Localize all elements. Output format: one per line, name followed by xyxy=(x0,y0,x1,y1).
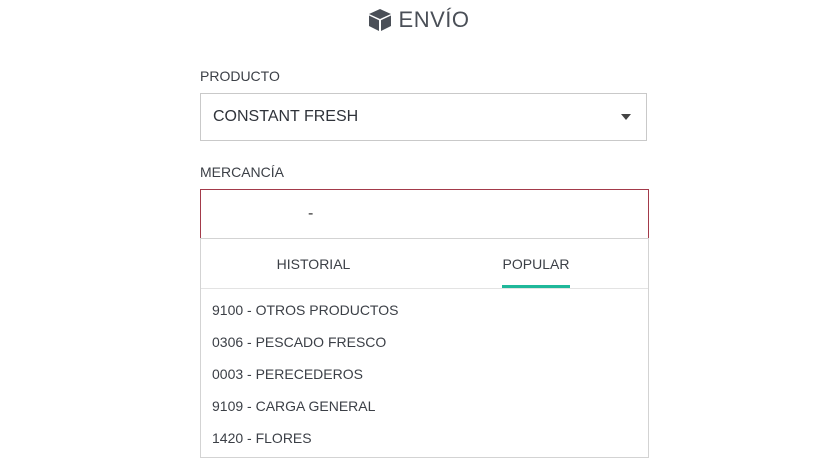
caret-down-icon xyxy=(614,105,638,129)
producto-select[interactable]: CONSTANT FRESH xyxy=(200,93,647,141)
list-item[interactable]: 0306 - PESCADO FRESCO xyxy=(201,326,648,358)
mercancia-input[interactable] xyxy=(200,189,649,239)
page-header: ENVÍO xyxy=(0,4,836,36)
mercancia-label: MERCANCÍA xyxy=(200,164,285,180)
dropdown-tabs: HISTORIAL POPULAR xyxy=(201,239,648,289)
list-item[interactable]: 0003 - PERECEDEROS xyxy=(201,358,648,390)
tab-popular[interactable]: POPULAR xyxy=(502,239,570,288)
producto-selected-value: CONSTANT FRESH xyxy=(213,108,359,125)
tab-popular-label: POPULAR xyxy=(502,255,570,272)
mercancia-dropdown: HISTORIAL POPULAR 9100 - OTROS PRODUCTOS… xyxy=(200,238,649,458)
list-item[interactable]: 1420 - FLORES xyxy=(201,422,648,454)
tab-historial[interactable]: HISTORIAL xyxy=(276,239,351,288)
producto-label: PRODUCTO xyxy=(200,68,280,84)
list-item[interactable]: 9109 - CARGA GENERAL xyxy=(201,390,648,422)
mercancia-options-list: 9100 - OTROS PRODUCTOS 0306 - PESCADO FR… xyxy=(201,294,648,454)
box-icon xyxy=(367,7,393,33)
page-title: ENVÍO xyxy=(398,7,470,32)
active-tab-indicator xyxy=(502,285,570,288)
list-item[interactable]: 9100 - OTROS PRODUCTOS xyxy=(201,294,648,326)
